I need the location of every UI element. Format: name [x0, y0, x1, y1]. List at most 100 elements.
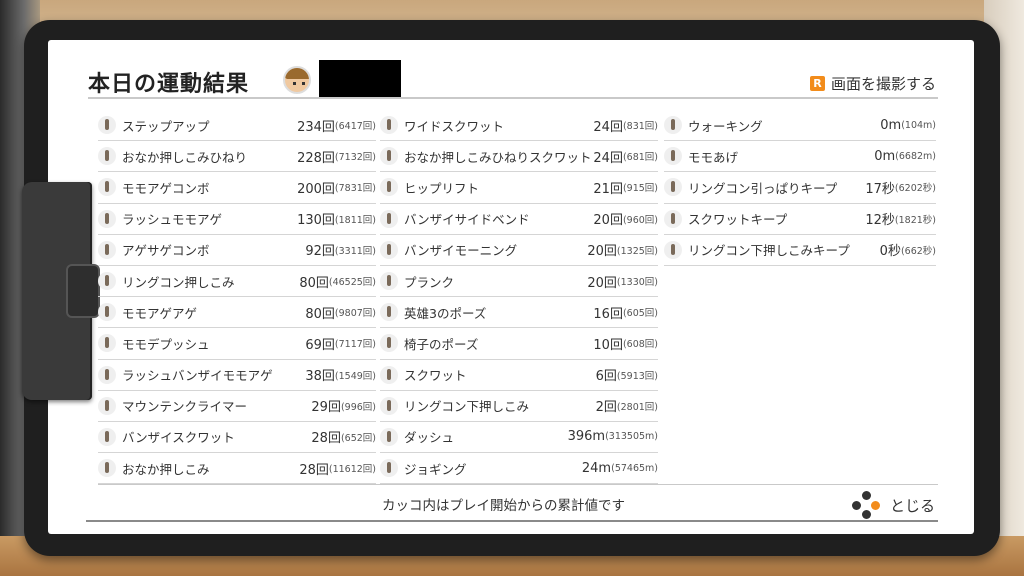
exercise-total: (1549回)	[334, 370, 376, 382]
exercise-figure-icon	[380, 396, 398, 415]
exercise-name: ダッシュ	[404, 430, 455, 446]
r-button-icon: R	[809, 76, 825, 91]
exercise-total: (1821秒)	[894, 214, 936, 226]
exercise-name: リングコン押しこみ	[122, 274, 235, 290]
exercise-figure-icon	[380, 116, 398, 135]
clipboard-clip	[22, 182, 100, 400]
exercise-count: 16回	[593, 306, 623, 322]
exercise-count: 0m	[874, 148, 896, 164]
exercise-figure-icon	[664, 116, 682, 135]
footer-divider	[98, 484, 938, 485]
exercise-figure-icon	[380, 147, 398, 166]
exercise-count: 28回	[299, 462, 329, 478]
exercise-figure-icon	[98, 147, 116, 166]
exercise-figure-icon	[664, 209, 682, 228]
exercise-count: 92回	[305, 244, 335, 260]
exercise-row: リングコン引っぱりキープ 17秒 (6202秒)	[664, 172, 936, 204]
exercise-total: (915回)	[622, 183, 658, 195]
exercise-count: 24m	[581, 460, 612, 476]
exercise-total: (608回)	[622, 339, 658, 351]
exercise-figure-icon	[98, 303, 116, 322]
exercise-total: (11612回)	[328, 464, 376, 476]
exercise-row: ダッシュ 396m (313505m)	[380, 422, 658, 454]
exercise-total: (960回)	[622, 214, 658, 226]
exercise-name: ヒップリフト	[404, 180, 480, 196]
take-screenshot-button[interactable]: R 画面を撮影する	[809, 73, 936, 94]
exercise-count: 20回	[587, 275, 617, 291]
exercise-count: 24回	[593, 150, 623, 166]
exercise-figure-icon	[98, 240, 116, 259]
exercise-row: スクワット 6回 (5913回)	[380, 360, 658, 391]
exercise-row: おなか押しこみ 28回 (11612回)	[98, 453, 376, 485]
exercise-figure-icon	[664, 178, 682, 197]
exercise-figure-icon	[98, 116, 116, 135]
exercise-row: モモアゲアゲ 80回 (9807回)	[98, 297, 376, 329]
exercise-row: アゲサゲコンボ 92回 (3311回)	[98, 235, 376, 266]
exercise-row: 英雄3のポーズ 16回 (605回)	[380, 297, 658, 329]
exercise-count: 80回	[305, 306, 335, 322]
clip-nub	[66, 264, 100, 318]
exercise-name: ラッシュモモアゲ	[122, 212, 223, 228]
exercise-total: (57465m)	[611, 462, 658, 474]
screenshot-label: 画面を撮影する	[830, 75, 936, 93]
exercise-total: (996回)	[340, 401, 376, 413]
exercise-count: 29回	[311, 400, 341, 416]
exercise-count: 200回	[297, 181, 335, 197]
exercise-total: (104m)	[901, 119, 936, 131]
exercise-count: 396m	[567, 429, 606, 445]
exercise-figure-icon	[380, 334, 398, 353]
exercise-total: (831回)	[622, 121, 658, 133]
exercise-name: リングコン下押しこみ	[404, 399, 530, 415]
exercise-row: プランク 20回 (1330回)	[380, 266, 658, 298]
exercise-total: (2801回)	[616, 401, 658, 413]
exercise-figure-icon	[380, 178, 398, 197]
close-button[interactable]: とじる	[852, 491, 935, 519]
exercise-row: ラッシュモモアゲ 130回 (1811回)	[98, 204, 376, 235]
exercise-figure-icon	[380, 459, 398, 478]
exercise-count: 0秒	[879, 244, 901, 260]
exercise-count: 6回	[595, 369, 617, 385]
exercise-name: バンザイモーニング	[404, 243, 518, 259]
exercise-total: (5913回)	[616, 370, 658, 382]
exercise-row: ラッシュバンザイモモアゲ 38回 (1549回)	[98, 360, 376, 391]
exercise-count: 228回	[297, 150, 335, 166]
exercise-count: 21回	[593, 181, 623, 197]
exercise-row: おなか押しこみひねり 228回 (7132回)	[98, 141, 376, 173]
exercise-total: (1325回)	[616, 245, 658, 257]
exercise-name: ラッシュバンザイモモアゲ	[122, 368, 273, 384]
exercise-row: リングコン押しこみ 80回 (46525回)	[98, 266, 376, 298]
exercise-total: (313505m)	[605, 431, 658, 443]
exercise-count: 17秒	[865, 181, 895, 197]
exercise-row: バンザイモーニング 20回 (1325回)	[380, 235, 658, 266]
exercise-figure-icon	[380, 365, 398, 384]
exercise-total: (681回)	[622, 152, 658, 164]
exercise-figure-icon	[98, 178, 116, 197]
exercise-total: (6202秒)	[894, 183, 936, 195]
exercise-name: スクワットキープ	[688, 212, 788, 228]
exercise-figure-icon	[380, 209, 398, 228]
exercise-count: 2回	[595, 400, 617, 416]
exercise-count: 234回	[297, 119, 335, 135]
exercise-row: 椅子のポーズ 10回 (608回)	[380, 328, 658, 360]
exercise-total: (7117回)	[334, 339, 376, 351]
exercise-figure-icon	[98, 365, 116, 384]
exercise-name: アゲサゲコンボ	[122, 243, 210, 259]
exercise-name: おなか押しこみひねりスクワット	[404, 149, 592, 165]
exercise-count: 12秒	[865, 213, 895, 229]
exercise-column-1: ステップアップ 234回 (6417回) おなか押しこみひねり 228回 (7132回) モ…	[98, 110, 376, 485]
exercise-row: ヒップリフト 21回 (915回)	[380, 172, 658, 204]
exercise-name: ワイドスクワット	[404, 118, 505, 134]
exercise-name: モモアゲコンボ	[122, 180, 210, 196]
exercise-row: おなか押しこみひねりスクワット 24回 (681回)	[380, 141, 658, 173]
exercise-count: 20回	[587, 244, 617, 260]
exercise-row: マウンテンクライマー 29回 (996回)	[98, 391, 376, 422]
exercise-name: リングコン引っぱりキープ	[688, 180, 838, 196]
button-cluster-icon	[852, 491, 880, 519]
exercise-name: プランク	[404, 274, 455, 290]
exercise-name: 椅子のポーズ	[404, 336, 479, 352]
exercise-figure-icon	[380, 303, 398, 322]
exercise-count: 24回	[593, 119, 623, 135]
exercise-name: ウォーキング	[688, 118, 763, 134]
exercise-figure-icon	[98, 209, 116, 228]
exercise-row: モモあげ 0m (6682m)	[664, 141, 936, 173]
